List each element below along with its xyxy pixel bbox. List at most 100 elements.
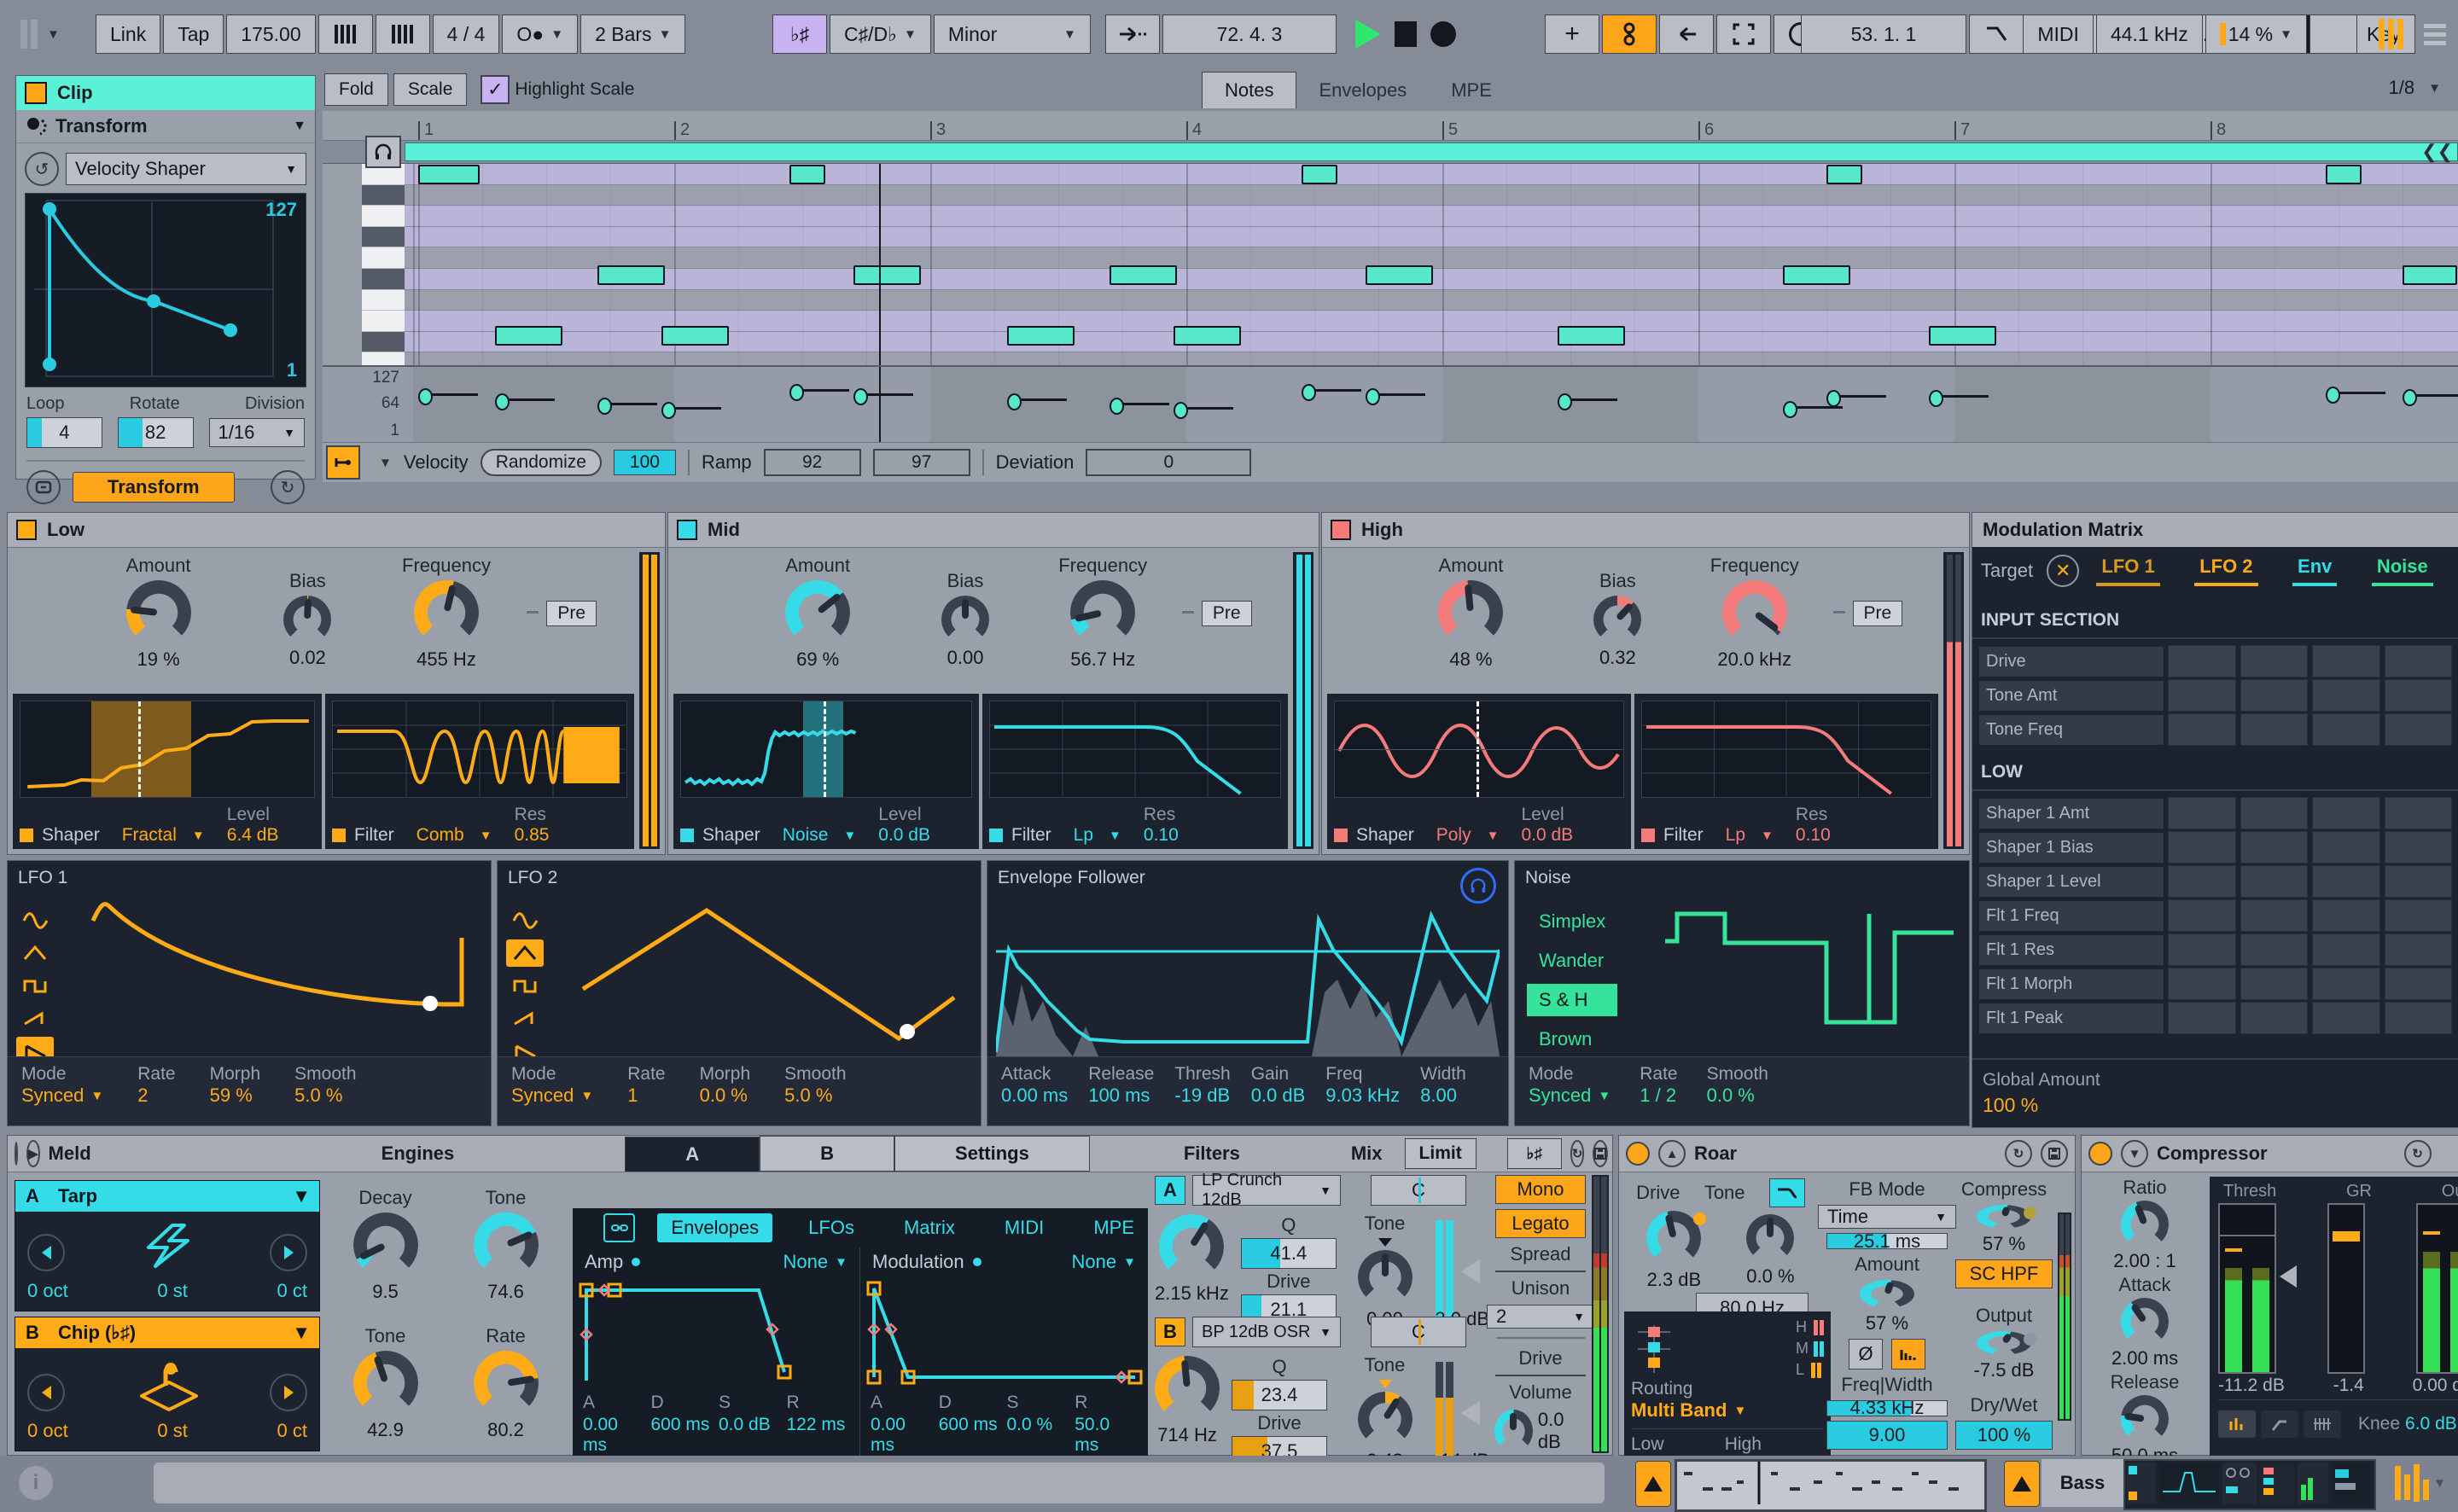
lfo2-waveform[interactable] <box>566 895 967 1057</box>
high-filter-type-menu[interactable]: Lp ▼ <box>1726 825 1774 846</box>
matrix-cell[interactable] <box>2312 713 2380 746</box>
engine-a-st[interactable]: 0 st <box>157 1280 187 1302</box>
velocity-marker[interactable] <box>853 388 868 405</box>
velocity-shaper-graph[interactable]: 127 1 <box>25 193 306 387</box>
noise-type-wander[interactable]: Wander <box>1527 945 1617 977</box>
velocity-marker[interactable] <box>661 402 676 419</box>
midi-note[interactable] <box>418 165 480 184</box>
midi-note[interactable] <box>1110 265 1177 285</box>
lfo2-mode[interactable]: Synced▼ <box>511 1085 593 1107</box>
loop-end-marker[interactable]: ❮❮ <box>2421 141 2453 163</box>
mid-shaper-level[interactable]: 0.0 dB <box>878 825 930 846</box>
engine-a-tone-knob[interactable] <box>474 1213 539 1277</box>
matrix-cell[interactable] <box>2385 968 2453 1000</box>
midi-note[interactable] <box>597 265 665 285</box>
amp-s[interactable]: 0.0 dB <box>719 1415 782 1456</box>
out-meter[interactable] <box>2416 1203 2458 1374</box>
midi-note[interactable] <box>1302 165 1337 184</box>
thresh-handle[interactable] <box>2280 1265 2297 1288</box>
loop-count-field[interactable]: 4 <box>26 417 102 448</box>
lfo1-rate[interactable]: 2 <box>137 1085 175 1107</box>
lfo2-wave-saw-up-icon[interactable] <box>506 1004 544 1032</box>
matrix-cell[interactable] <box>2385 797 2453 829</box>
env-gain[interactable]: 0.0 dB <box>1251 1085 1306 1107</box>
midi-note[interactable] <box>495 326 562 346</box>
low-shaper-level[interactable]: 6.4 dB <box>227 825 279 846</box>
fb-time-field[interactable]: 25.1 ms <box>1826 1233 1948 1249</box>
white-key[interactable] <box>362 247 405 269</box>
engine-b-rate-knob[interactable] <box>474 1351 539 1416</box>
lane-pin-button[interactable] <box>326 445 360 480</box>
engine-b-menu[interactable]: Chip (♭♯)▼ <box>50 1317 319 1348</box>
velocity-marker[interactable] <box>1826 390 1841 407</box>
white-key[interactable] <box>362 206 405 227</box>
mix-a-pan[interactable]: C <box>1371 1175 1466 1206</box>
device-chain-overview[interactable] <box>2123 1459 2376 1510</box>
white-key[interactable] <box>362 290 405 311</box>
attack-knob[interactable] <box>2121 1298 2169 1346</box>
high-filter-res[interactable]: 0.10 <box>1796 825 1831 846</box>
low-band-activator[interactable] <box>16 520 37 540</box>
re-enable-automation-button[interactable] <box>1659 15 1714 54</box>
mid-amount-knob[interactable] <box>785 580 850 645</box>
engine-a-menu[interactable]: Tarp▼ <box>50 1181 319 1212</box>
roar-collapse-icon[interactable]: ▲ <box>1658 1140 1686 1167</box>
browser-toggle[interactable]: ▼ <box>20 15 60 54</box>
roar-drive-knob[interactable] <box>1646 1211 1701 1265</box>
meld-tab-settings[interactable]: Settings <box>894 1136 1090 1172</box>
sidechain-eq-icon[interactable] <box>2304 1410 2341 1438</box>
low-bias-knob[interactable] <box>283 596 331 643</box>
lfo1-wave-saw-up-icon[interactable] <box>16 1004 54 1032</box>
cpu-meter[interactable]: 14 %▼ <box>2205 15 2307 54</box>
save-preset-icon[interactable] <box>1593 1140 1608 1167</box>
amp-r[interactable]: 122 ms <box>787 1415 850 1456</box>
high-band-activator[interactable] <box>1331 520 1351 540</box>
automation-arm-button[interactable] <box>1602 15 1657 54</box>
mid-band-activator[interactable] <box>677 520 697 540</box>
velocity-marker[interactable] <box>1783 401 1797 418</box>
env-freq[interactable]: 9.03 kHz <box>1325 1085 1400 1107</box>
tone-filter-type-icon[interactable] <box>1769 1178 1805 1207</box>
arrangement-position-field[interactable]: 72. 4. 3 <box>1162 15 1337 54</box>
matrix-cell[interactable] <box>2240 679 2309 712</box>
clip-header[interactable]: Clip <box>16 76 315 110</box>
matrix-cell[interactable] <box>2385 899 2453 932</box>
thresh-meter[interactable] <box>2218 1203 2276 1374</box>
transform-apply-button[interactable]: Transform <box>73 472 235 503</box>
phase-invert-button[interactable]: Ø <box>1849 1339 1883 1370</box>
volume-knob[interactable] <box>1494 1410 1533 1452</box>
mod-envelope-graph[interactable] <box>860 1276 1148 1387</box>
play-button[interactable] <box>1355 20 1381 49</box>
time-signature-field[interactable]: 4 / 4 <box>433 15 500 54</box>
midi-note[interactable] <box>1366 265 1433 285</box>
engine-a-oct[interactable]: 0 oct <box>27 1280 68 1302</box>
scale-menu[interactable]: Minor▼ <box>934 15 1091 54</box>
compressor-collapse-icon[interactable]: ▼ <box>2121 1140 2148 1167</box>
filter-b-type-menu[interactable]: BP 12dB OSR▼ <box>1192 1317 1341 1347</box>
mid-filter-res[interactable]: 0.10 <box>1144 825 1179 846</box>
lfo2-wave-triangle-icon[interactable] <box>506 939 544 967</box>
fb-freq-field[interactable]: 4.33 kHz <box>1826 1400 1948 1416</box>
amp-envelope-graph[interactable] <box>573 1276 859 1387</box>
matrix-cell[interactable] <box>2240 899 2309 932</box>
black-key[interactable] <box>362 227 405 248</box>
mod-a[interactable]: 0.00 ms <box>871 1415 934 1456</box>
velocity-marker[interactable] <box>1929 390 1943 407</box>
chevron-down-icon[interactable]: ▼ <box>2433 1476 2446 1491</box>
nudge-down-button[interactable] <box>318 15 373 54</box>
matrix-cell[interactable] <box>2312 645 2380 677</box>
mid-shaper-panel[interactable]: Shaper Noise ▼ Level0.0 dB <box>673 694 979 849</box>
midi-note[interactable] <box>1558 326 1625 346</box>
black-key[interactable] <box>362 269 405 290</box>
subtab-mpe[interactable]: MPE <box>1080 1213 1148 1242</box>
fb-notes-button[interactable] <box>1891 1339 1925 1370</box>
output-knob[interactable] <box>1977 1331 2031 1355</box>
matrix-cell[interactable] <box>2385 1002 2453 1034</box>
loop-brace[interactable]: ❮❮ <box>323 141 2458 163</box>
root-note-menu[interactable]: C♯/D♭▼ <box>830 15 931 54</box>
tap-tempo-button[interactable]: Tap <box>163 15 224 54</box>
matrix-cell[interactable] <box>2168 713 2236 746</box>
meld-tab-a[interactable]: A <box>625 1137 760 1172</box>
punch-in-button[interactable] <box>1969 15 2024 54</box>
history-icon[interactable]: ↺ <box>25 152 59 186</box>
